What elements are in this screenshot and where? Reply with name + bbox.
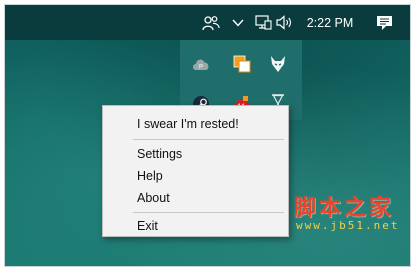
- menu-item-settings[interactable]: Settings: [104, 144, 287, 165]
- wolf-icon[interactable]: [266, 52, 290, 76]
- tray-context-menu: I swear I'm rested! Settings Help About …: [102, 105, 289, 237]
- menu-item-about[interactable]: About: [104, 188, 287, 209]
- copy-icon[interactable]: [230, 52, 254, 76]
- cloud-sync-icon[interactable]: P: [189, 52, 213, 76]
- menu-item-help[interactable]: Help: [104, 166, 287, 187]
- watermark-title: 脚本之家: [294, 195, 395, 221]
- menu-item-exit[interactable]: Exit: [104, 217, 287, 236]
- desktop: 2:22 PM P I swear I'm rested! Settings H…: [4, 4, 411, 267]
- menu-separator: [133, 212, 284, 213]
- people-icon[interactable]: [200, 5, 222, 40]
- chevron-up-icon[interactable]: [230, 5, 246, 40]
- clock[interactable]: 2:22 PM: [305, 5, 355, 40]
- notification-icon[interactable]: [374, 5, 394, 40]
- volume-icon[interactable]: [274, 5, 296, 40]
- network-icon[interactable]: [254, 5, 272, 40]
- taskbar: 2:22 PM: [5, 5, 410, 40]
- watermark-url: www.jb51.net: [296, 219, 400, 232]
- svg-text:P: P: [199, 65, 203, 71]
- site-watermark: 脚本之家 www.jb51.net: [294, 190, 409, 240]
- menu-separator: [133, 139, 284, 140]
- menu-item-rested[interactable]: I swear I'm rested!: [104, 114, 287, 135]
